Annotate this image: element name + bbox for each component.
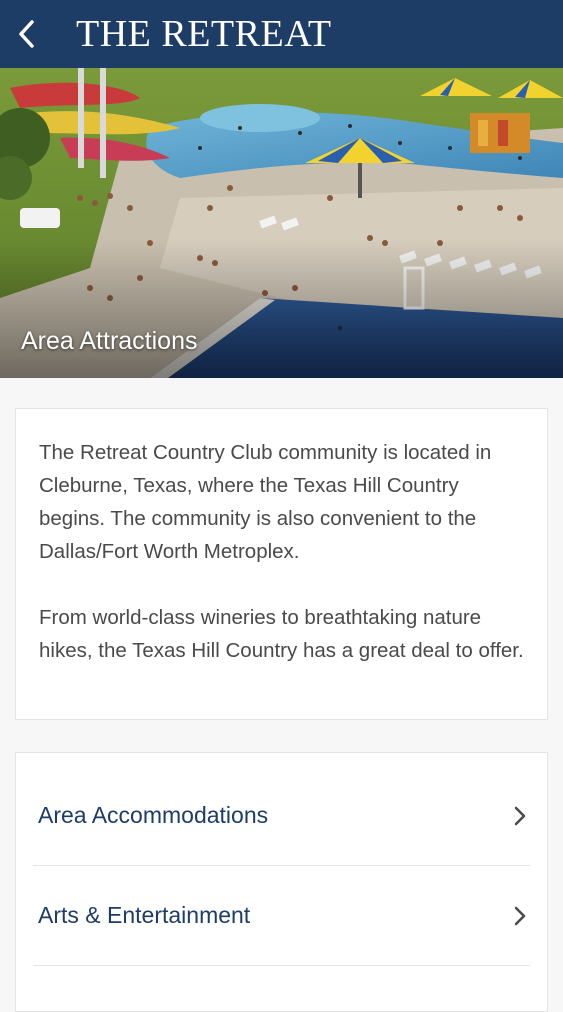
hero-image: Area Attractions [0, 68, 563, 378]
chevron-right-icon [514, 806, 526, 825]
list-item-label: Area Accommodations [38, 802, 269, 828]
intro-card: The Retreat Country Club community is lo… [15, 408, 548, 720]
list-item-label: Arts & Entertainment [38, 902, 251, 928]
chevron-right-icon [514, 906, 526, 925]
intro-paragraph: From world-class wineries to breathtakin… [39, 606, 524, 662]
intro-paragraph: The Retreat Country Club community is lo… [39, 441, 492, 563]
list-item-area-accommodations[interactable]: Area Accommodations [33, 753, 530, 866]
back-button[interactable] [0, 0, 46, 68]
category-list: Area Accommodations Arts & Entertainment [15, 752, 548, 1012]
list-item-arts-entertainment[interactable]: Arts & Entertainment [33, 866, 530, 966]
hero-caption: Area Attractions [21, 327, 198, 355]
app-title: THE RETREAT [76, 13, 332, 55]
chevron-left-icon [19, 20, 34, 48]
top-navigation-bar: THE RETREAT [0, 0, 563, 68]
